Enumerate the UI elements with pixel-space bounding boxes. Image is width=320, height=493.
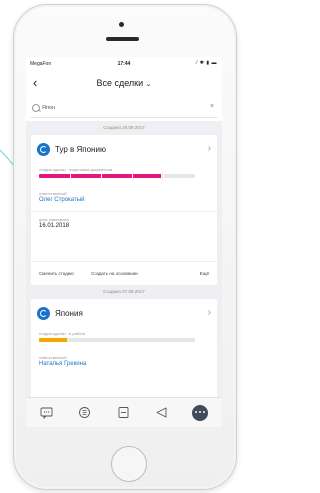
status-bar: MegaFon 17:44 ⁄ ✱ ▮ ▬ [26,57,222,69]
stage-divider [132,174,133,178]
chevron-right-icon: › [207,143,211,154]
clock: 17:44 [117,61,131,67]
send-icon[interactable] [155,406,168,419]
deal-name: Япония [55,309,83,318]
app-screen: MegaFon 17:44 ⁄ ✱ ▮ ▬ ‹ Все сделки ⌄ × С… [26,57,222,427]
search-icon [32,104,40,112]
create-based-on-button[interactable]: Создать на основании [91,271,138,276]
page-title: Все сделки [96,78,144,88]
stage-progress-bar[interactable] [39,338,195,342]
search-bar: × [30,101,218,118]
deal-icon [37,143,50,156]
responsible-label: ответственный [39,355,67,360]
responsible-label: ответственный [39,191,67,196]
status-indicators: ⁄ ✱ ▮ ▬ [196,60,217,66]
clear-search-icon[interactable]: × [210,103,214,110]
stage-divider [70,174,71,178]
search-input[interactable] [42,102,192,114]
phone-camera [119,22,124,27]
more-actions-button[interactable]: Ещё [200,271,209,276]
stage-progress-bar[interactable] [39,174,195,178]
chat-icon[interactable] [40,406,53,420]
divider [31,211,217,212]
chevron-down-icon: ⌄ [145,81,152,88]
deal-card[interactable]: Тур в Японию › стадия сделки · подготовк… [31,135,217,285]
more-icon[interactable] [192,405,208,421]
stage-progress-fill [39,338,68,342]
stage-divider [101,174,102,178]
divider [31,261,217,262]
phone-speaker [106,37,139,41]
date-changed-label: дата изменения [39,217,69,222]
stage-label: стадия сделки · подготовка документов [39,167,113,172]
date-changed-value: 16.01.2018 [39,223,70,229]
tasks-icon[interactable] [117,406,130,419]
deal-icon [37,307,50,320]
home-button[interactable] [111,446,147,482]
group-date: Создано 07.09.2017 [103,289,145,294]
group-date: Создано 20.09.2017 [103,125,145,130]
deals-list: Создано 20.09.2017 Тур в Японию › стадия… [26,121,222,427]
feed-icon[interactable] [78,406,91,419]
chevron-right-icon: › [207,307,211,318]
deal-name: Тур в Японию [55,145,106,154]
navigation-bar: ‹ Все сделки ⌄ [26,69,222,97]
stage-divider [163,174,164,178]
deals-filter-title[interactable]: Все сделки ⌄ [26,78,222,88]
responsible-name[interactable]: Наталья Грекина [39,361,86,367]
responsible-name[interactable]: Олег Строкатый [39,197,84,203]
stage-label: стадия сделки · в работе [39,331,86,336]
stage-progress-fill [39,174,161,178]
change-stage-button[interactable]: Сменить стадию [39,271,74,276]
bottom-tab-bar [26,397,222,427]
